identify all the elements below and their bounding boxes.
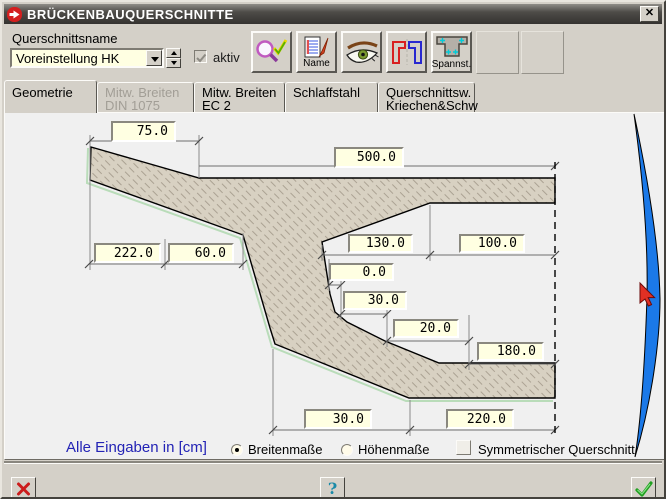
eye-icon [344,39,380,66]
dim-input-overhang-taper[interactable] [168,243,234,263]
bridge-cross-section-dialog: BRÜCKENBAUQUERSCHNITTE ✕ Querschnittsnam… [0,0,666,499]
help-icon: ? [328,479,337,498]
arrow-up-icon [171,51,177,55]
radio-hoehenmasse-label: Höhenmaße [358,442,430,457]
dim-input-bottom-taper[interactable] [304,409,372,429]
empty-toolbar-slot [521,31,564,74]
unit-note: Alle Eingaben in [cm] [66,439,207,456]
tendon-section-icon [435,34,469,59]
spinner-down-button[interactable] [166,58,181,68]
aktiv-checkbox [194,50,207,63]
dim-input-deck-inner[interactable] [459,234,525,253]
spinner-up-button[interactable] [166,48,181,58]
section-spinner [166,48,181,68]
chevron-down-icon [151,57,159,62]
symmetric-checkbox[interactable] [456,440,471,455]
radio-selected-dot [235,448,239,452]
tab-mitw-breiten-ec2[interactable]: Mitw. Breiten EC 2 [194,82,285,112]
bottom-button-bar: ? [4,463,662,499]
spannst-button-label: Spannst. [432,60,471,70]
cancel-button[interactable] [11,477,36,499]
arrow-down-icon [171,61,177,65]
combobox-value: Voreinstellung HK [16,51,119,66]
section-name-label: Querschnittsname [12,31,118,46]
dim-input-web-taper-upper[interactable] [343,291,407,310]
tab-schlaffstahl[interactable]: Schlaffstahl [285,82,378,112]
magnifier-check-icon [254,37,289,67]
close-button[interactable]: ✕ [640,6,659,22]
aktiv-label: aktiv [213,50,240,65]
ok-button[interactable] [631,477,656,499]
two-sections-icon [389,37,425,67]
dim-input-web-taper-lower[interactable] [393,319,459,338]
help-button[interactable]: ? [320,477,345,499]
view-eye-button[interactable] [341,31,382,73]
window-title: BRÜCKENBAUQUERSCHNITTE [27,7,640,22]
compare-sections-button[interactable] [386,31,427,73]
tab-geometrie[interactable]: Geometrie [4,80,97,113]
dim-input-half-width-top[interactable] [334,147,404,168]
dim-input-web-top-offset[interactable] [329,263,394,281]
dim-input-bottom-outer[interactable] [446,409,514,429]
gray-check-icon [195,52,207,64]
dim-input-bottom-inner[interactable] [477,342,544,361]
dim-input-overhang[interactable] [94,243,161,263]
radio-breitenmasse-label: Breitenmaße [248,442,322,457]
spannst-button[interactable]: Spannst. [431,31,472,73]
document-pencil-icon [304,36,330,58]
empty-toolbar-slot [476,31,519,74]
dim-input-haunch[interactable] [348,234,413,253]
dim-input-top-overhang[interactable] [111,121,176,142]
tab-mitw-breiten-din1075: Mitw. Breiten DIN 1075 [97,82,194,112]
name-button-label: Name [303,59,330,69]
combobox-dropdown-button[interactable] [146,50,162,66]
section-name-combobox[interactable]: Voreinstellung HK [10,48,164,68]
radio-hoehenmasse[interactable] [341,444,353,456]
app-red-arrow-icon [7,7,22,22]
blue-nav-arrow[interactable] [634,114,660,457]
view-check-button[interactable] [251,31,292,73]
radio-breitenmasse[interactable] [231,444,243,456]
tab-querschnittswerte[interactable]: Querschnittsw. Kriechen&Schw [378,82,475,112]
name-button[interactable]: Name [296,31,337,73]
green-check-icon [634,480,654,497]
symmetric-checkbox-label: Symmetrischer Querschnitt [478,442,635,457]
close-icon: ✕ [645,7,654,19]
title-bar: BRÜCKENBAUQUERSCHNITTE ✕ [4,4,662,24]
red-x-icon [15,481,32,497]
